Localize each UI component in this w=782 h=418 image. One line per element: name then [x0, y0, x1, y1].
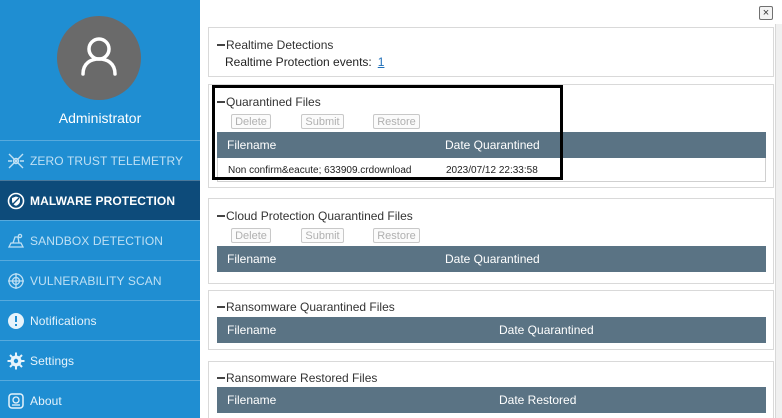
column-date-quarantined[interactable]: Date Quarantined: [499, 323, 594, 337]
sidebar-item-malware-protection[interactable]: MALWARE PROTECTION: [0, 180, 200, 220]
main-content: × Realtime Detections Realtime Protectio…: [200, 0, 782, 418]
quarantined-files-header[interactable]: Quarantined Files: [217, 95, 321, 109]
realtime-events-count-link[interactable]: 1: [378, 55, 385, 69]
column-filename[interactable]: Filename: [227, 138, 276, 152]
sidebar-item-zero-trust-telemetry[interactable]: ZERO TRUST TELEMETRY: [0, 140, 200, 180]
column-filename[interactable]: Filename: [227, 393, 276, 407]
panel-title: Ransomware Restored Files: [226, 371, 378, 385]
sidebar-item-label: SANDBOX DETECTION: [30, 233, 164, 248]
realtime-events-label: Realtime Protection events:: [225, 55, 372, 69]
collapse-icon: [217, 100, 225, 103]
table-header: Filename Date Quarantined: [217, 246, 766, 272]
sidebar-item-settings[interactable]: Settings: [0, 340, 200, 380]
sidebar-item-label: Notifications: [30, 313, 97, 328]
close-icon: ×: [762, 6, 770, 19]
sidebar-item-label: VULNERABILITY SCAN: [30, 273, 162, 288]
collapse-icon: [217, 376, 225, 379]
panel-title: Realtime Detections: [226, 38, 334, 52]
sidebar-item-label: ZERO TRUST TELEMETRY: [30, 153, 184, 168]
table-header: Filename Date Restored: [217, 387, 766, 413]
user-avatar: [57, 16, 141, 100]
realtime-events-line: Realtime Protection events: 1: [225, 55, 384, 69]
user-icon: [81, 37, 117, 76]
sidebar-item-label: MALWARE PROTECTION: [30, 193, 176, 208]
column-filename[interactable]: Filename: [227, 323, 276, 337]
zero-trust-icon: [6, 151, 26, 171]
column-date-quarantined[interactable]: Date Quarantined: [445, 252, 540, 266]
cloud-protection-header[interactable]: Cloud Protection Quarantined Files: [217, 209, 413, 223]
ransomware-restored-header[interactable]: Ransomware Restored Files: [217, 371, 377, 385]
column-date-restored[interactable]: Date Restored: [499, 393, 576, 407]
realtime-detections-panel: Realtime Detections Realtime Protection …: [208, 27, 774, 77]
ransomware-quarantined-header[interactable]: Ransomware Quarantined Files: [217, 300, 395, 314]
malware-shield-icon: [6, 191, 26, 211]
sandbox-icon: [6, 231, 26, 251]
table-header: Filename Date Quarantined: [217, 132, 766, 158]
vulnerability-icon: [6, 271, 26, 291]
collapse-icon: [217, 305, 225, 308]
sidebar-item-about[interactable]: About: [0, 380, 200, 418]
ransomware-restored-panel: Ransomware Restored Files Filename Date …: [208, 361, 774, 418]
quarantined-files-panel: Quarantined Files Delete Submit Restore …: [208, 84, 774, 188]
cloud-protection-panel: Cloud Protection Quarantined Files Delet…: [208, 198, 774, 284]
scrollbar[interactable]: [775, 24, 782, 418]
cell-filename: Non confirm&eacute; 633909.crdownload: [228, 165, 412, 176]
sidebar-nav: ZERO TRUST TELEMETRY MALWARE PROTECTION …: [0, 140, 200, 418]
ransomware-quarantined-panel: Ransomware Quarantined Files Filename Da…: [208, 290, 774, 350]
about-icon: [6, 391, 26, 411]
panel-title: Quarantined Files: [226, 95, 321, 109]
submit-button[interactable]: Submit: [301, 228, 344, 243]
collapse-icon: [217, 214, 225, 217]
user-name: Administrator: [58, 110, 142, 126]
table-row[interactable]: Non confirm&eacute; 633909.crdownload 20…: [217, 158, 766, 182]
sidebar-item-vulnerability-scan[interactable]: VULNERABILITY SCAN: [0, 260, 200, 300]
panel-title: Cloud Protection Quarantined Files: [226, 209, 413, 223]
close-button[interactable]: ×: [759, 6, 773, 20]
sidebar-item-label: Settings: [30, 353, 75, 368]
realtime-detections-header[interactable]: Realtime Detections: [217, 38, 333, 52]
column-date-quarantined[interactable]: Date Quarantined: [445, 138, 540, 152]
submit-button[interactable]: Submit: [301, 114, 344, 129]
collapse-icon: [217, 43, 225, 46]
restore-button[interactable]: Restore: [373, 114, 420, 129]
panel-title: Ransomware Quarantined Files: [226, 300, 395, 314]
delete-button[interactable]: Delete: [231, 114, 271, 129]
table-header: Filename Date Quarantined: [217, 317, 766, 343]
gear-icon: [6, 351, 26, 371]
column-filename[interactable]: Filename: [227, 252, 276, 266]
sidebar-item-sandbox-detection[interactable]: SANDBOX DETECTION: [0, 220, 200, 260]
delete-button[interactable]: Delete: [231, 228, 271, 243]
info-icon: [6, 311, 26, 331]
restore-button[interactable]: Restore: [373, 228, 420, 243]
sidebar-item-label: About: [30, 393, 62, 408]
cell-date: 2023/07/12 22:33:58: [446, 165, 538, 176]
sidebar-item-notifications[interactable]: Notifications: [0, 300, 200, 340]
sidebar: Administrator ZERO TRUST TELEMETRY MALWA…: [0, 0, 200, 418]
